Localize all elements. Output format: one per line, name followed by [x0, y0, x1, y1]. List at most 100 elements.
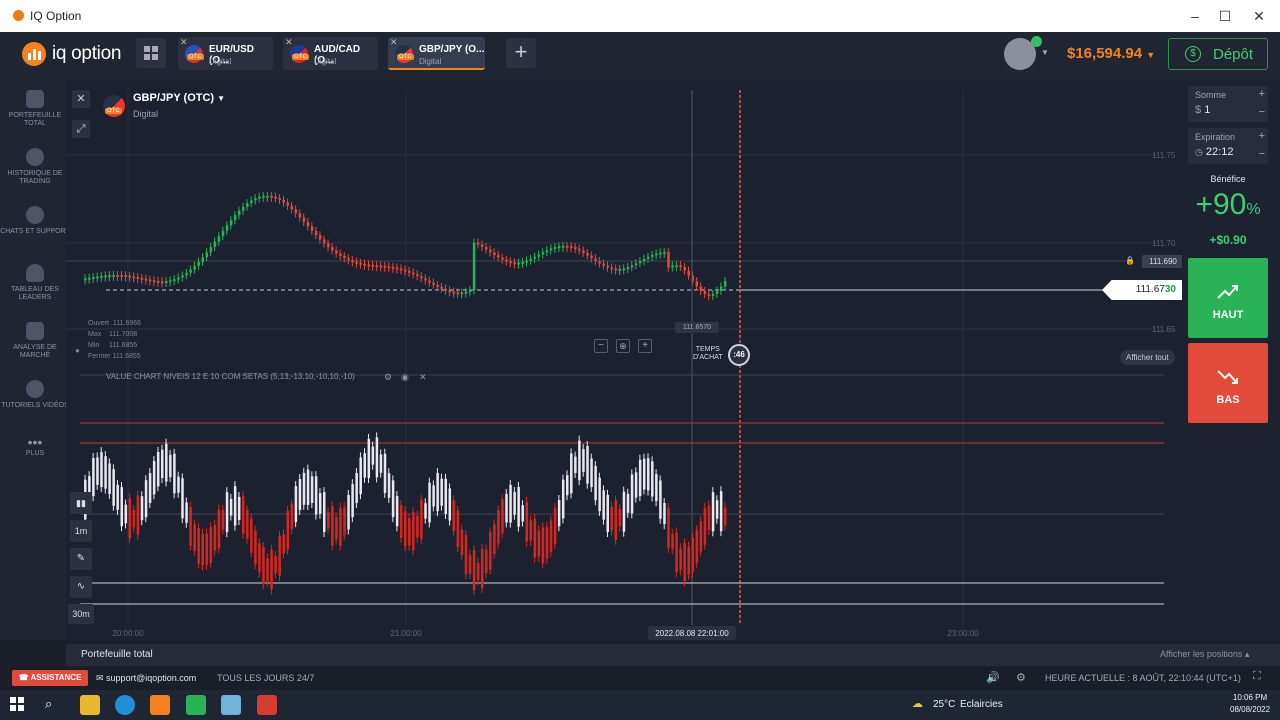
chart-area[interactable]: 111.75111.70111.652013100-10-1320:00:002…: [66, 80, 1200, 640]
candle-body: [448, 290, 452, 293]
sidebar-item-portfolio[interactable]: PORTEFEUILLE TOTAL: [0, 90, 70, 128]
candle-body: [120, 274, 123, 277]
candle-body: [242, 206, 245, 211]
candle-body: [578, 248, 581, 251]
sidebar-item-tutorials[interactable]: TUTORIELS VIDÉOS: [0, 380, 70, 410]
indicator-bar: [667, 508, 670, 548]
iq-logo-icon: [22, 42, 46, 66]
candle-body: [314, 230, 318, 236]
sound-icon[interactable]: 🔊: [986, 671, 1000, 684]
indicator-bar: [525, 501, 528, 542]
settings-gear-icon[interactable]: ⚙: [1016, 671, 1026, 684]
minimize-button[interactable]: –: [1180, 4, 1210, 28]
asset-selector[interactable]: GBP/JPY (OTC) ▼: [133, 92, 225, 104]
indicator-bar: [116, 484, 119, 510]
indicator-bar: [456, 510, 460, 547]
maximize-button[interactable]: ☐: [1210, 4, 1240, 28]
add-tab-button[interactable]: +: [506, 38, 536, 68]
sidebar-item-chat[interactable]: CHATS ET SUPPORT: [0, 206, 70, 236]
amount-plus-button[interactable]: +: [1259, 88, 1265, 100]
bottom-bar: Portefeuille total Afficher les position…: [66, 644, 1280, 666]
indicator-bar: [128, 498, 132, 539]
chart-type-button[interactable]: ▮▮: [70, 492, 92, 514]
draw-icon[interactable]: ✎: [70, 548, 92, 570]
iq-option-app-icon[interactable]: [150, 695, 170, 715]
indicator-bar: [140, 496, 144, 521]
close-chart-button[interactable]: ✕: [72, 90, 90, 108]
support-email[interactable]: ✉ support@iqoption.com: [96, 673, 196, 684]
sidebar-item-more[interactable]: ••• PLUS: [0, 435, 70, 458]
indicator-bar: [448, 488, 452, 521]
zoom-out-button[interactable]: −: [594, 339, 608, 353]
show-positions-button[interactable]: Afficher les positions ▴: [1160, 649, 1249, 660]
account-balance[interactable]: $16,594.94 ▼: [1067, 45, 1155, 62]
timeframe-1m-button[interactable]: 1m: [70, 520, 92, 542]
candle-body: [602, 263, 605, 266]
candle-body: [246, 203, 249, 207]
asset-grid-button[interactable]: [136, 38, 166, 68]
app-icon[interactable]: [221, 695, 241, 715]
zoom-reset-button[interactable]: ⊕: [616, 339, 630, 353]
search-icon[interactable]: ⌕: [45, 696, 52, 712]
camtasia-icon[interactable]: [186, 695, 206, 715]
amount-minus-button[interactable]: −: [1259, 106, 1265, 118]
asset-tab-audcad[interactable]: ✕ OTC AUD/CAD (O... Digital: [283, 37, 378, 70]
indicator-bar: [545, 527, 549, 559]
show-all-button[interactable]: Afficher tout: [1120, 350, 1175, 365]
timeframe-30m-button[interactable]: 30m: [68, 604, 94, 624]
price-chart[interactable]: 111.75111.70111.652013100-10-1320:00:002…: [66, 80, 1200, 640]
close-tab-icon[interactable]: ✕: [390, 37, 398, 48]
indicator-bar: [395, 496, 399, 527]
candle-body: [209, 247, 213, 253]
indicator-bar: [104, 456, 107, 489]
candle-body: [250, 200, 253, 204]
candle-body: [229, 220, 233, 226]
candle-body: [521, 261, 524, 264]
indicators-icon[interactable]: ∿: [70, 576, 92, 598]
assistance-button[interactable]: ☎ ASSISTANCE: [12, 670, 88, 686]
file-explorer-icon[interactable]: [80, 695, 100, 715]
sidebar-item-history[interactable]: HISTORIQUE DE TRADING: [0, 148, 70, 186]
portfolio-total-button[interactable]: Portefeuille total: [81, 649, 153, 660]
recorder-icon[interactable]: [257, 695, 277, 715]
indicator-bar: [298, 479, 302, 511]
buy-down-button[interactable]: BAS: [1188, 343, 1268, 423]
indicator-visibility-icon[interactable]: ◉: [401, 372, 409, 383]
candle-body: [128, 275, 132, 278]
candle-body: [132, 276, 136, 279]
candle-body: [655, 253, 658, 256]
edge-browser-icon[interactable]: [115, 695, 135, 715]
indicator-bar: [359, 457, 362, 495]
amount-field[interactable]: Somme $ 1 + −: [1188, 86, 1268, 122]
chevron-down-icon[interactable]: ▼: [1041, 48, 1049, 57]
window-title: IQ Option: [30, 9, 82, 23]
candle-body: [480, 244, 484, 248]
play-icon: [26, 380, 44, 398]
windows-start-icon[interactable]: [10, 697, 24, 711]
candle-body: [323, 239, 326, 244]
expiry-plus-button[interactable]: +: [1259, 130, 1265, 142]
close-tab-icon[interactable]: ✕: [180, 37, 188, 48]
close-window-button[interactable]: ✕: [1244, 4, 1274, 28]
expiry-field[interactable]: Expiration ◷ 22:12 + −: [1188, 128, 1268, 164]
expand-icon[interactable]: ⤢: [72, 120, 90, 138]
deposit-button[interactable]: $ Dépôt: [1168, 38, 1268, 70]
buy-up-button[interactable]: HAUT: [1188, 258, 1268, 338]
sidebar-item-leaders[interactable]: TABLEAU DES LEADERS: [0, 264, 70, 302]
sidebar-item-analysis[interactable]: ANALYSE DE MARCHÉ: [0, 322, 70, 360]
current-price-tag: 111.6730: [1102, 280, 1182, 300]
system-clock[interactable]: 10:06 PM 08/08/2022: [1230, 692, 1270, 716]
asset-tab-gbpjpy[interactable]: ✕ OTC GBP/JPY (O... Digital: [388, 37, 485, 70]
indicator-remove-icon[interactable]: ✕: [419, 372, 427, 383]
info-icon[interactable]: ●: [75, 346, 80, 355]
candle-body: [335, 250, 338, 254]
chat-icon: [26, 206, 44, 224]
asset-tab-eurusd[interactable]: ✕ OTC EUR/USD (O... Digital: [178, 37, 273, 70]
fullscreen-icon[interactable]: ⛶: [1253, 670, 1261, 683]
close-tab-icon[interactable]: ✕: [285, 37, 293, 48]
candle-body: [472, 242, 476, 291]
indicator-settings-icon[interactable]: ⚙: [384, 372, 392, 383]
profit-amount: +$0.90: [1209, 233, 1247, 247]
expiry-minus-button[interactable]: −: [1259, 148, 1265, 160]
zoom-in-button[interactable]: +: [638, 339, 652, 353]
